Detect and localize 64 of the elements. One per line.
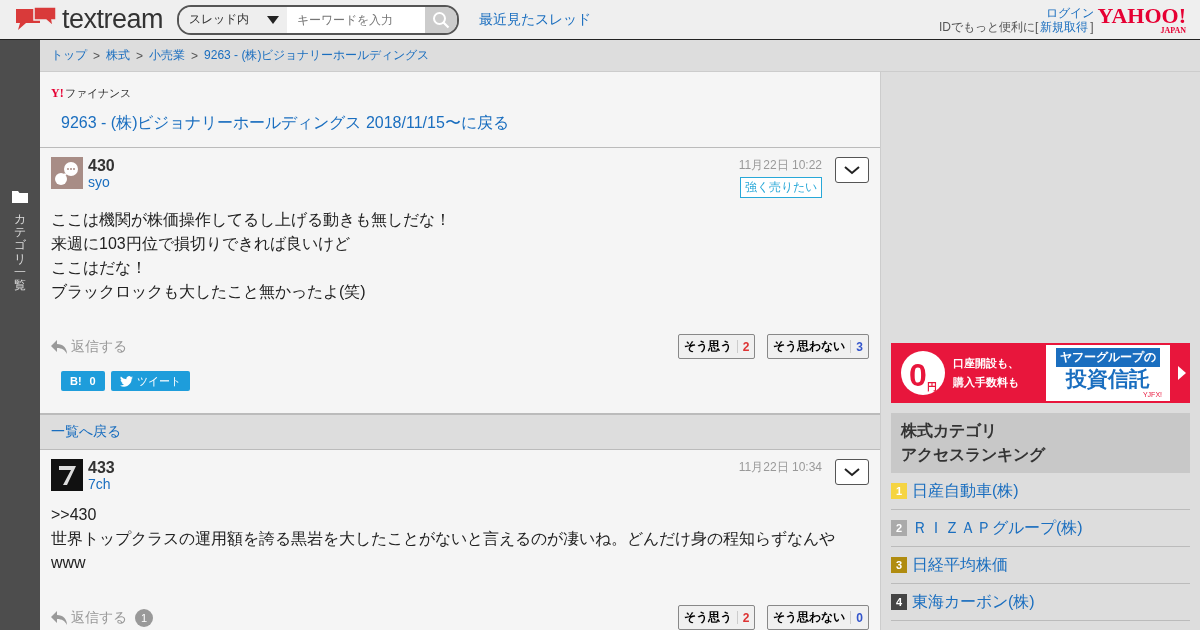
rank-badge: 2 bbox=[891, 520, 907, 536]
rank-badge: 3 bbox=[891, 557, 907, 573]
yahoo-japan-logo[interactable]: YAHOO! JAPAN bbox=[1097, 4, 1186, 35]
post-menu-button[interactable] bbox=[835, 459, 869, 485]
bird-icon bbox=[119, 375, 133, 387]
post-number[interactable]: 430 bbox=[88, 157, 115, 174]
avatar-icon bbox=[51, 157, 83, 189]
author-link[interactable]: 7ch bbox=[88, 476, 115, 493]
breadcrumb-separator: > bbox=[191, 48, 199, 63]
ad-title: 投資信託 bbox=[1066, 367, 1150, 391]
chevron-down-icon bbox=[844, 467, 860, 477]
ad-text: 口座開設も、 購入手数料も bbox=[953, 356, 1019, 390]
play-arrow-icon bbox=[1178, 366, 1186, 380]
tweet-button[interactable]: ツイート bbox=[110, 371, 190, 391]
search-button[interactable] bbox=[425, 6, 458, 33]
thread-link[interactable]: 9263 - (株)ビジョナリーホールディングス 2018/11/15〜に戻る bbox=[61, 113, 509, 134]
post-date: 11月22日 10:34 bbox=[738, 459, 822, 476]
disagree-button[interactable]: そう思わない 0 bbox=[767, 605, 869, 630]
rank-badge: 1 bbox=[891, 483, 907, 499]
sentiment-tag: 強く売りたい bbox=[740, 177, 822, 198]
disagree-button[interactable]: そう思わない 3 bbox=[767, 334, 869, 359]
author-link[interactable]: syo bbox=[88, 174, 115, 191]
post-text: ここは機関が株価操作してるし上げる動きも無しだな！ 来週に103円位で損切りできれば良いけど ここはだな！ ブラックロックも大したこと無かったよ(笑) bbox=[51, 210, 452, 302]
agree-button[interactable]: そう思う 2 bbox=[677, 605, 756, 630]
category-sidebar[interactable]: カテゴリ一覧 bbox=[0, 40, 40, 630]
textream-logo[interactable]: textream bbox=[62, 4, 164, 35]
breadcrumb-link[interactable]: 小売業 bbox=[149, 47, 186, 64]
recent-threads-link[interactable]: 最近見たスレッド bbox=[479, 10, 592, 29]
category-list-label: カテゴリ一覧 bbox=[14, 213, 26, 293]
reply-link[interactable]: 返信する bbox=[51, 608, 127, 627]
login-link[interactable]: ログイン bbox=[1045, 5, 1094, 20]
folder-icon bbox=[12, 190, 28, 203]
caret-icon bbox=[267, 15, 280, 24]
ranking-link[interactable]: ＲＩＺＡＰグループ(株) bbox=[912, 517, 1083, 539]
chevron-down-icon bbox=[844, 165, 860, 175]
ranking-link[interactable]: 東海カーボン(株) bbox=[912, 591, 1035, 613]
breadcrumb-link[interactable]: 9263 - (株)ビジョナリーホールディングス bbox=[204, 47, 430, 64]
ranking-link[interactable]: 日産自動車(株) bbox=[912, 480, 1019, 502]
search-field[interactable]: キーワードを入力 bbox=[287, 6, 426, 33]
rank-badge: 4 bbox=[891, 594, 907, 610]
reply-arrow-icon bbox=[51, 339, 67, 354]
signup-link[interactable]: 新規取得 bbox=[1040, 19, 1089, 34]
breadcrumb-separator: > bbox=[136, 48, 144, 63]
search-icon bbox=[432, 10, 451, 29]
reply-arrow-icon bbox=[51, 610, 67, 625]
post-text: >>430 世界トップクラスの運用額を誇る黒岩を大したことがないと言えるのが凄いね。どんだけ身の程知らずなんや www bbox=[51, 505, 836, 573]
back-to-list-link[interactable]: 一覧へ戻る bbox=[51, 423, 121, 441]
breadcrumb-separator: > bbox=[93, 48, 100, 63]
ad-ribbon: ヤフーグループの bbox=[1056, 348, 1160, 367]
yahoo-finance-logo[interactable]: Y!ファイナンス bbox=[40, 72, 880, 101]
breadcrumb-link[interactable]: トップ bbox=[51, 47, 87, 64]
ranking-link[interactable]: 日経平均株価 bbox=[912, 554, 1008, 576]
post-date: 11月22日 10:22 bbox=[738, 157, 822, 174]
hatena-bookmark-button[interactable]: B! 0 bbox=[61, 371, 105, 391]
bracket-text: ] bbox=[1090, 19, 1094, 34]
post-menu-button[interactable] bbox=[835, 157, 869, 183]
breadcrumb-link[interactable]: 株式 bbox=[106, 47, 130, 64]
post-number[interactable]: 433 bbox=[88, 459, 115, 476]
ranking-title: 株式カテゴリ アクセスランキング bbox=[891, 413, 1190, 473]
avatar-icon bbox=[51, 459, 83, 491]
agree-button[interactable]: そう思う 2 bbox=[677, 334, 756, 359]
reply-link[interactable]: 返信する bbox=[51, 337, 127, 356]
id-prompt-text: IDでもっと便利に[ bbox=[938, 19, 1039, 34]
reply-count-badge: 1 bbox=[135, 608, 153, 627]
